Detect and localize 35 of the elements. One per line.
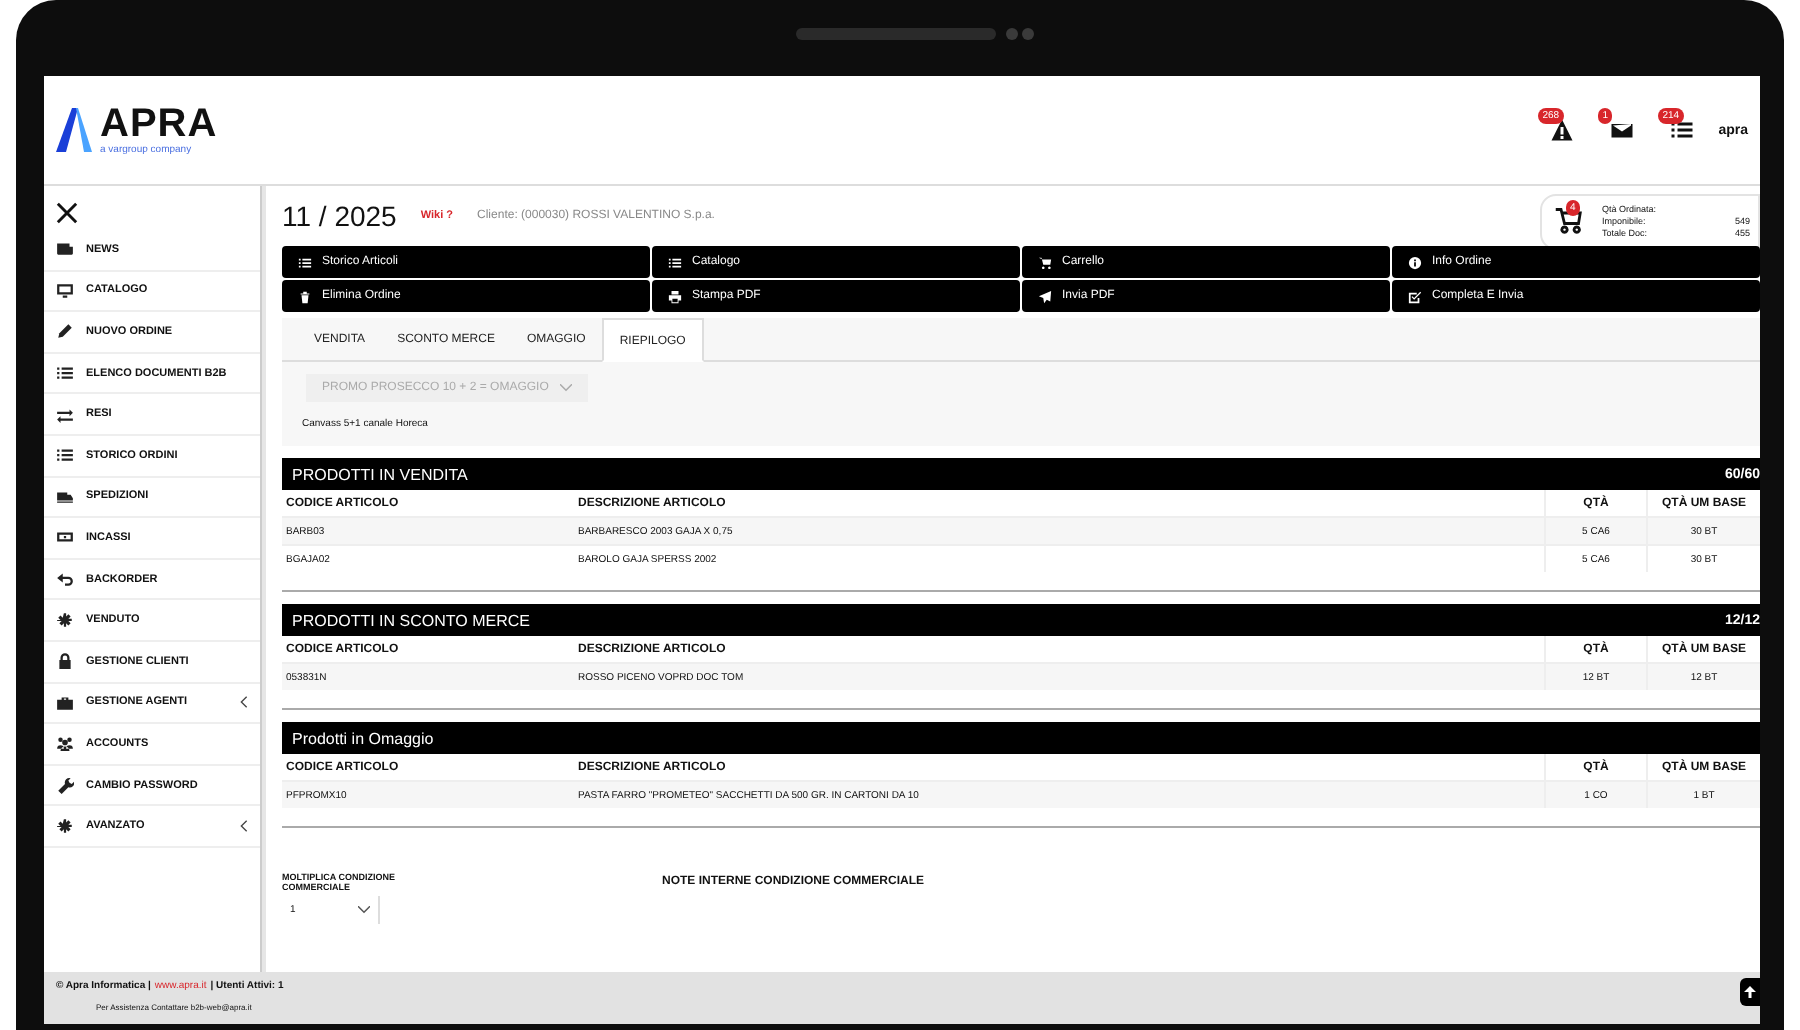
lock-icon [56, 652, 74, 671]
arrows-icon [56, 405, 74, 424]
list-icon [668, 255, 682, 269]
section-title: PRODOTTI IN SCONTO MERCE [292, 611, 530, 629]
pencil-icon [56, 322, 74, 341]
brand-name: APRA [100, 104, 218, 144]
envelope-icon [1610, 118, 1635, 142]
section-title: PRODOTTI IN VENDITA [292, 465, 468, 483]
logo-icon [56, 108, 92, 152]
arrow-up-icon [1744, 986, 1756, 998]
close-icon[interactable] [56, 202, 78, 224]
scroll-top-button[interactable] [1740, 978, 1760, 1006]
chevron-icon [358, 906, 370, 914]
chevron-icon [560, 384, 573, 392]
cart-icon [1554, 206, 1582, 234]
list-icon [56, 446, 74, 465]
list-icon [1670, 118, 1695, 142]
trash-icon [298, 289, 312, 303]
camera-icon [796, 26, 1036, 42]
users-icon [56, 734, 74, 753]
section-title: Prodotti in Omaggio [292, 729, 434, 747]
list-icon [56, 364, 74, 383]
cash-icon [56, 528, 74, 547]
cart-icon [1038, 255, 1052, 269]
info-icon [1408, 255, 1422, 269]
briefcase-icon [56, 693, 74, 712]
undo-icon [56, 570, 74, 589]
wrench-icon [56, 776, 74, 795]
paper-plane-icon [1038, 289, 1052, 303]
list-icon [298, 255, 312, 269]
printer-icon [668, 289, 682, 303]
warning-icon [1550, 118, 1575, 142]
order-number: 11 / 2025 [282, 200, 397, 232]
checkbox-icon [1408, 289, 1422, 303]
monitor-icon [56, 281, 74, 300]
